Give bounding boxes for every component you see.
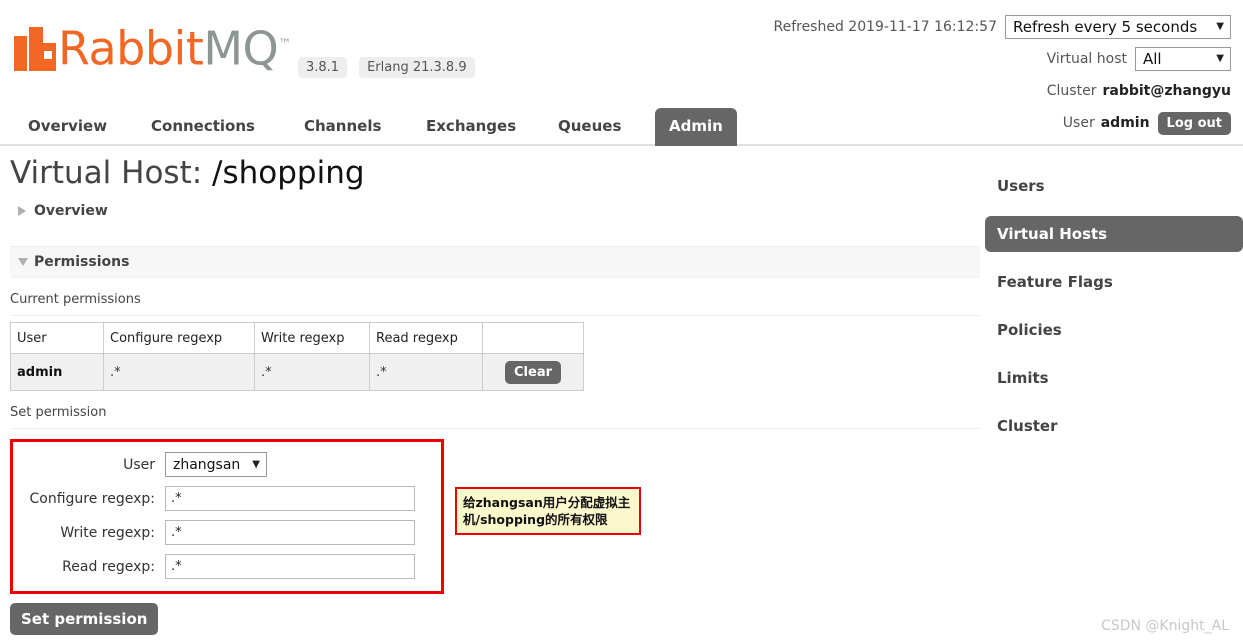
logo-rabbit-text: Rabbit: [58, 21, 204, 76]
column-header-action: [482, 322, 584, 354]
cell-user: admin: [10, 353, 104, 391]
logo-wordmark: RabbitMQ™: [58, 22, 291, 71]
set-permission-form: User zhangsan ▼ Configure regexp: Write …: [10, 439, 444, 594]
form-label-configure: Configure regexp:: [29, 490, 155, 507]
sidebar-item-limits[interactable]: Limits: [985, 360, 1243, 396]
cell-configure-regexp: .*: [103, 353, 255, 391]
clear-permission-button[interactable]: Clear: [505, 360, 561, 384]
sidebar-item-policies[interactable]: Policies: [985, 312, 1243, 348]
main-navigation-tabs: Overview Connections Channels Exchanges …: [0, 104, 1243, 146]
rabbitmq-logo[interactable]: RabbitMQ™: [14, 22, 291, 72]
cell-write-regexp: .*: [254, 353, 370, 391]
cluster-label: Cluster: [1046, 83, 1097, 99]
form-row-user: User zhangsan ▼: [13, 452, 433, 477]
virtual-host-label: Virtual host: [1046, 51, 1127, 67]
page-title-vhost: /shopping: [212, 155, 365, 191]
set-permission-label: Set permission: [10, 405, 980, 429]
tab-exchanges[interactable]: Exchanges: [412, 108, 530, 146]
chevron-down-icon: ▼: [1216, 53, 1224, 64]
form-label-read: Read regexp:: [62, 558, 155, 575]
triangle-right-icon: [18, 206, 26, 216]
form-row-configure: Configure regexp:: [13, 486, 433, 511]
column-header-user: User: [10, 322, 104, 354]
chevron-down-icon: ▼: [252, 458, 260, 470]
tab-queues[interactable]: Queues: [544, 108, 635, 146]
tab-admin[interactable]: Admin: [655, 108, 737, 146]
tab-overview[interactable]: Overview: [14, 108, 121, 146]
chevron-down-icon: ▼: [1216, 21, 1224, 32]
cluster-row: Cluster rabbit@zhangyu: [773, 78, 1231, 104]
rabbitmq-version-badge: 3.8.1: [298, 57, 348, 78]
current-permissions-table: User Configure regexp Write regexp Read …: [10, 322, 584, 391]
column-header-read: Read regexp: [369, 322, 483, 354]
table-row: admin .* .* .* Clear: [10, 353, 584, 391]
form-row-write: Write regexp:: [13, 520, 433, 545]
admin-sidebar: Users Virtual Hosts Feature Flags Polici…: [985, 168, 1243, 456]
sidebar-item-users[interactable]: Users: [985, 168, 1243, 204]
column-header-write: Write regexp: [254, 322, 370, 354]
read-regexp-input[interactable]: [165, 554, 415, 579]
form-label-write: Write regexp:: [60, 524, 155, 541]
column-header-configure: Configure regexp: [103, 322, 255, 354]
configure-regexp-input[interactable]: [165, 486, 415, 511]
page-header: RabbitMQ™ 3.8.1 Erlang 21.3.8.9 Refreshe…: [0, 0, 1243, 135]
refresh-interval-select[interactable]: Refresh every 5 seconds ▼: [1005, 15, 1231, 39]
annotation-note: 给zhangsan用户分配虚拟主机/shopping的所有权限: [455, 487, 641, 535]
section-overview-toggle[interactable]: Overview: [10, 196, 980, 226]
form-row-read: Read regexp:: [13, 554, 433, 579]
sidebar-item-cluster[interactable]: Cluster: [985, 408, 1243, 444]
refreshed-timestamp: Refreshed 2019-11-17 16:12:57: [773, 19, 997, 35]
watermark: CSDN @Knight_AL: [1101, 618, 1229, 634]
sidebar-item-virtual-hosts[interactable]: Virtual Hosts: [985, 216, 1243, 252]
table-header-row: User Configure regexp Write regexp Read …: [10, 322, 584, 354]
tab-connections[interactable]: Connections: [137, 108, 269, 146]
tab-channels[interactable]: Channels: [290, 108, 395, 146]
page-title-prefix: Virtual Host:: [10, 155, 213, 191]
trademark-icon: ™: [278, 37, 291, 52]
erlang-version-badge: Erlang 21.3.8.9: [359, 57, 475, 78]
section-overview-label: Overview: [34, 203, 108, 219]
user-select-value: zhangsan: [173, 456, 241, 473]
user-select[interactable]: zhangsan ▼: [165, 452, 267, 477]
cell-read-regexp: .*: [369, 353, 483, 391]
current-permissions-label: Current permissions: [10, 292, 980, 316]
main-content: Virtual Host: /shopping Overview Permiss…: [10, 152, 980, 635]
section-permissions-toggle[interactable]: Permissions: [10, 246, 980, 278]
set-permission-button[interactable]: Set permission: [10, 603, 159, 635]
refresh-interval-value: Refresh every 5 seconds: [1013, 18, 1198, 36]
version-badges: 3.8.1 Erlang 21.3.8.9: [298, 57, 475, 78]
cell-action: Clear: [482, 353, 584, 391]
page-title: Virtual Host: /shopping: [10, 152, 980, 194]
form-label-user: User: [123, 456, 155, 473]
triangle-down-icon: [18, 258, 28, 266]
section-permissions-label: Permissions: [34, 254, 130, 270]
sidebar-item-feature-flags[interactable]: Feature Flags: [985, 264, 1243, 300]
virtual-host-row: Virtual host All ▼: [773, 46, 1231, 72]
cluster-value: rabbit@zhangyu: [1102, 83, 1231, 99]
refresh-row: Refreshed 2019-11-17 16:12:57 Refresh ev…: [773, 14, 1231, 40]
rabbitmq-logo-icon: [14, 27, 56, 72]
virtual-host-select[interactable]: All ▼: [1135, 47, 1231, 71]
logo-mq-text: MQ: [203, 21, 279, 76]
virtual-host-value: All: [1143, 50, 1162, 68]
write-regexp-input[interactable]: [165, 520, 415, 545]
